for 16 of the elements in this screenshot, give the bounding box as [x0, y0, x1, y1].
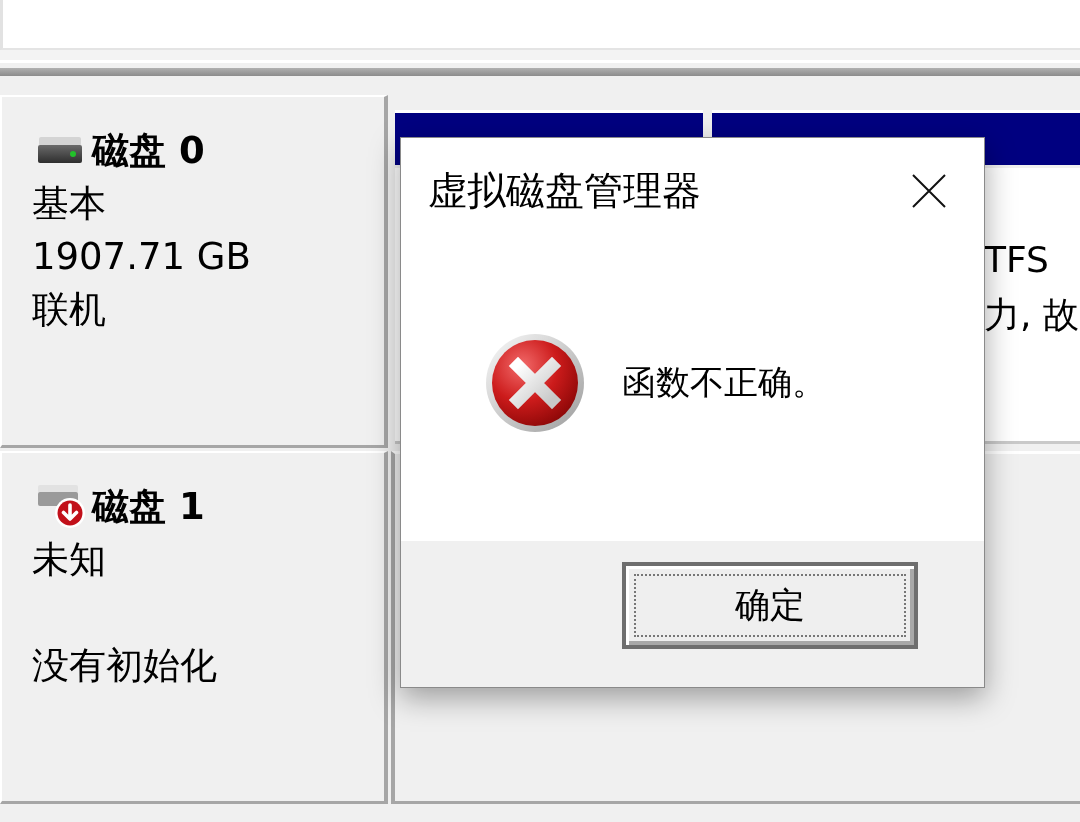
error-icon [485, 333, 585, 433]
disk-status: 没有初始化 [32, 643, 218, 689]
close-icon [912, 174, 946, 208]
disk-status: 联机 [32, 287, 107, 333]
partition-info-text: 力, 故 [984, 293, 1080, 337]
disk-type: 基本 [32, 181, 107, 227]
partition-info-text: TFS [984, 238, 1050, 282]
disk-name: 磁盘 0 [92, 128, 205, 174]
disk-type: 未知 [32, 537, 107, 583]
disk-size: 1907.71 GB [32, 234, 252, 280]
ok-button[interactable]: 确定 [622, 562, 918, 649]
dialog-title: 虚拟磁盘管理器 [428, 167, 701, 215]
disk-name: 磁盘 1 [92, 484, 205, 530]
drive-icon [38, 136, 82, 165]
error-message: 函数不正确。 [622, 361, 826, 404]
drive-badge-icon [38, 484, 86, 529]
